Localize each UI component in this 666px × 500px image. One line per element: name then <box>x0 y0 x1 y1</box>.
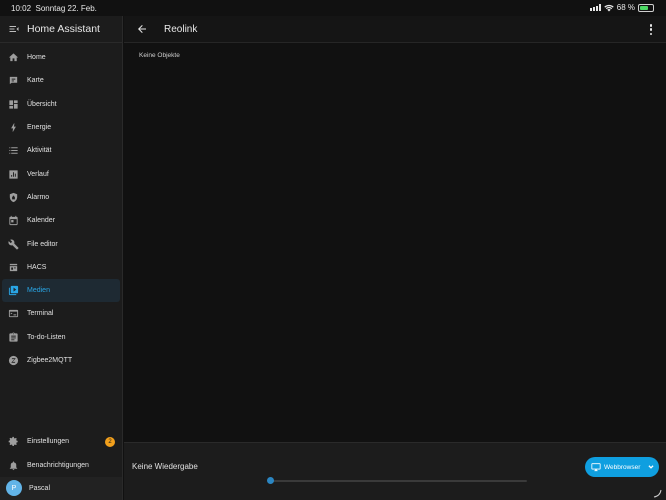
app-title: Home Assistant <box>27 23 100 35</box>
list-icon <box>8 145 19 156</box>
sidebar-item-medien[interactable]: Medien <box>2 278 120 303</box>
sidebar-item-label: Terminal <box>27 310 54 318</box>
page-title: Reolink <box>164 23 198 35</box>
device-status-bar: 10:02 Sonntag 22. Feb. 68 % <box>0 0 666 16</box>
status-time: 10:02 Sonntag 22. Feb. <box>11 4 97 13</box>
sidebar-item-notifications[interactable]: Benachrichtigungen <box>0 453 122 476</box>
sidebar-item-user[interactable]: P Pascal <box>0 476 122 500</box>
lightning-icon <box>8 122 19 133</box>
zigbee-icon <box>8 355 19 366</box>
sidebar-item-label: Verlauf <box>27 170 49 178</box>
battery-percent: 68 % <box>616 3 635 12</box>
terminal-icon <box>8 308 19 319</box>
sidebar-item-label: HACS <box>27 263 47 271</box>
back-arrow-icon[interactable] <box>136 23 148 35</box>
resize-grip-icon <box>653 489 662 498</box>
sidebar-item-label: Übersicht <box>27 100 57 108</box>
sidebar-item-label: Zigbee2MQTT <box>27 357 73 364</box>
sidebar-item-kalender[interactable]: Kalender <box>0 209 122 232</box>
media-target-label: Webbrowser <box>604 463 641 471</box>
signal-icon <box>589 4 601 11</box>
sidebar: Home Assistant Home Karte Übersicht Energie… <box>0 16 123 500</box>
sidebar-item-energie[interactable]: Energie <box>0 116 122 139</box>
sidebar-item-verlauf[interactable]: Verlauf <box>0 162 122 185</box>
main-panel: Reolink Keine Objekte Keine Wiedergabe W… <box>124 16 666 500</box>
sidebar-bottom: Einstellungen 2 Benachrichtigungen P Pas… <box>0 430 122 500</box>
sidebar-item-label: Medien <box>27 287 50 295</box>
sidebar-item-hacs[interactable]: HACS <box>0 256 122 279</box>
progress-slider-track[interactable] <box>271 480 527 482</box>
sidebar-item-übersicht[interactable]: Übersicht <box>0 93 122 116</box>
media-player-bar: Keine Wiedergabe Webbrowser <box>124 442 666 500</box>
sidebar-item-terminal[interactable]: Terminal <box>0 302 122 325</box>
progress-slider-knob[interactable] <box>267 477 274 484</box>
top-app-bar: Reolink <box>124 16 666 43</box>
chevron-down-icon <box>648 465 654 469</box>
sidebar-item-label: Benachrichtigungen <box>27 461 89 469</box>
monitor-icon <box>591 463 601 472</box>
store-icon <box>8 262 19 273</box>
dashboard-icon <box>8 99 19 110</box>
bell-icon <box>8 460 19 471</box>
notification-badge: 2 <box>105 436 115 447</box>
menu-collapse-icon[interactable] <box>8 23 20 35</box>
media-target-button[interactable]: Webbrowser <box>585 457 659 477</box>
sidebar-item-aktivität[interactable]: Aktivität <box>0 139 122 162</box>
user-name: Pascal <box>29 484 51 492</box>
empty-state-text: Keine Objekte <box>139 52 180 59</box>
playback-status: Keine Wiedergabe <box>132 462 198 471</box>
sidebar-nav: Home Karte Übersicht Energie Aktivität Verlau… <box>0 43 122 372</box>
sidebar-item-label: Einstellungen <box>27 438 70 446</box>
clipboard-icon <box>8 332 19 343</box>
sidebar-header: Home Assistant <box>0 16 122 43</box>
sidebar-item-label: Home <box>27 54 46 62</box>
sidebar-item-alarmo[interactable]: Alarmo <box>0 186 122 209</box>
media-icon <box>8 285 19 296</box>
sidebar-item-zigbee2mqtt[interactable]: Zigbee2MQTT <box>0 349 122 372</box>
sidebar-item-label: To-do-Listen <box>27 333 66 341</box>
sidebar-item-home[interactable]: Home <box>0 46 122 69</box>
sidebar-item-label: Energie <box>27 124 52 132</box>
sidebar-item-label: Alarmo <box>27 193 50 201</box>
wrench-icon <box>8 239 19 250</box>
sidebar-item-karte[interactable]: Karte <box>0 69 122 92</box>
sidebar-item-label: Kalender <box>27 217 56 225</box>
calendar-icon <box>8 215 19 226</box>
sidebar-item-file-editor[interactable]: File editor <box>0 232 122 255</box>
wifi-icon <box>604 4 614 11</box>
sidebar-item-to-do-listen[interactable]: To-do-Listen <box>0 326 122 349</box>
avatar: P <box>6 480 22 497</box>
sidebar-item-label: Karte <box>27 77 44 85</box>
map-icon <box>8 75 19 86</box>
battery-icon <box>638 3 654 12</box>
status-indicators: 68 % <box>589 3 654 12</box>
home-icon <box>8 52 19 63</box>
more-options-icon[interactable] <box>649 24 653 35</box>
chart-icon <box>8 169 19 180</box>
sidebar-item-label: File editor <box>27 240 58 248</box>
shield-icon <box>8 192 19 203</box>
sidebar-item-label: Aktivität <box>27 147 52 155</box>
sidebar-item-settings[interactable]: Einstellungen 2 <box>0 430 122 453</box>
gear-icon <box>8 436 19 447</box>
